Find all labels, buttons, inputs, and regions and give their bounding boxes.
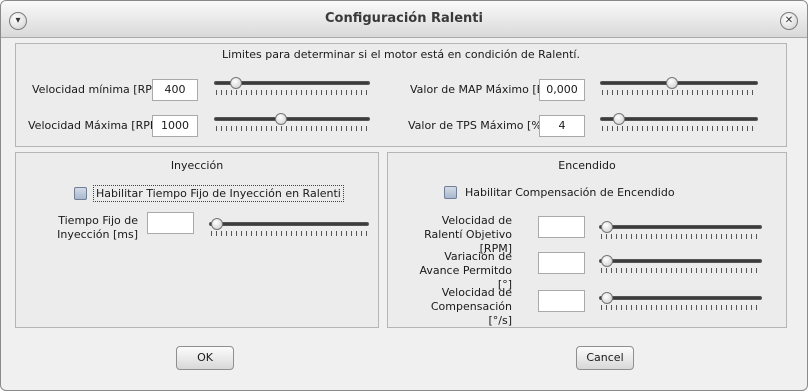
limits-panel: Limites para determinar si el motor está… — [15, 43, 787, 147]
fixed-time-input[interactable] — [147, 212, 194, 234]
close-icon: ✕ — [784, 15, 794, 26]
slider-thumb[interactable] — [665, 77, 678, 89]
map-max-slider[interactable] — [600, 76, 758, 100]
comp-speed-label: Velocidad de Compensación [°/s] — [430, 286, 512, 327]
map-max-input[interactable]: 0,000 — [539, 79, 585, 101]
fixed-injection-checkbox[interactable]: Habilitar Tiempo Fijo de Inyección en Ra… — [74, 185, 344, 202]
fixed-time-label: Tiempo Fijo de Inyección [ms] — [57, 214, 138, 241]
ignition-comp-checkbox-label[interactable]: Habilitar Compensación de Encendido — [463, 185, 677, 200]
limits-heading: Limites para determinar si el motor está… — [222, 48, 580, 61]
vel-max-label: Velocidad Máxima [RPM] — [28, 119, 164, 132]
vel-max-input[interactable]: 1000 — [152, 115, 198, 137]
title-bar: ▾ Configuración Ralenti ✕ — [1, 1, 807, 38]
slider-thumb[interactable] — [230, 77, 242, 89]
cancel-button[interactable]: Cancel — [576, 346, 634, 370]
ignition-panel: Encendido Habilitar Compensación de Ence… — [387, 152, 787, 328]
window-title: Configuración Ralenti — [325, 11, 483, 26]
slider-thumb[interactable] — [601, 255, 613, 267]
comp-speed-slider[interactable] — [599, 291, 762, 315]
advance-var-input[interactable] — [538, 252, 585, 274]
slider-thumb[interactable] — [274, 113, 287, 125]
close-button[interactable]: ✕ — [780, 12, 798, 30]
ok-button[interactable]: OK — [176, 346, 234, 370]
slider-thumb[interactable] — [601, 221, 613, 233]
injection-heading: Inyección — [170, 159, 224, 172]
slider-thumb[interactable] — [601, 292, 613, 304]
vel-min-slider[interactable] — [214, 76, 370, 100]
injection-panel: Inyección Habilitar Tiempo Fijo de Inyec… — [15, 152, 379, 328]
map-max-label: Valor de MAP Máximo [B] — [410, 83, 549, 96]
target-speed-input[interactable] — [538, 216, 585, 238]
advance-var-slider[interactable] — [599, 254, 762, 278]
vel-min-label: Velocidad mínima [RPM] — [32, 83, 166, 96]
checkbox-box[interactable] — [444, 186, 457, 199]
slider-thumb[interactable] — [211, 218, 223, 230]
tps-max-input[interactable]: 4 — [539, 115, 585, 137]
slider-thumb[interactable] — [613, 113, 626, 125]
tps-max-slider[interactable] — [600, 112, 758, 136]
vel-min-input[interactable]: 400 — [152, 79, 198, 101]
fixed-injection-checkbox-label[interactable]: Habilitar Tiempo Fijo de Inyección en Ra… — [93, 185, 344, 202]
config-dialog: ▾ Configuración Ralenti ✕ Limites para d… — [0, 0, 808, 391]
fixed-time-slider[interactable] — [209, 217, 369, 241]
comp-speed-input[interactable] — [538, 290, 585, 312]
target-speed-slider[interactable] — [599, 220, 762, 244]
ignition-comp-checkbox[interactable]: Habilitar Compensación de Encendido — [444, 185, 677, 200]
checkbox-box[interactable] — [74, 187, 87, 200]
ignition-heading: Encendido — [558, 159, 616, 172]
vel-max-slider[interactable] — [214, 112, 370, 136]
tps-max-label: Valor de TPS Máximo [%] — [408, 119, 547, 132]
